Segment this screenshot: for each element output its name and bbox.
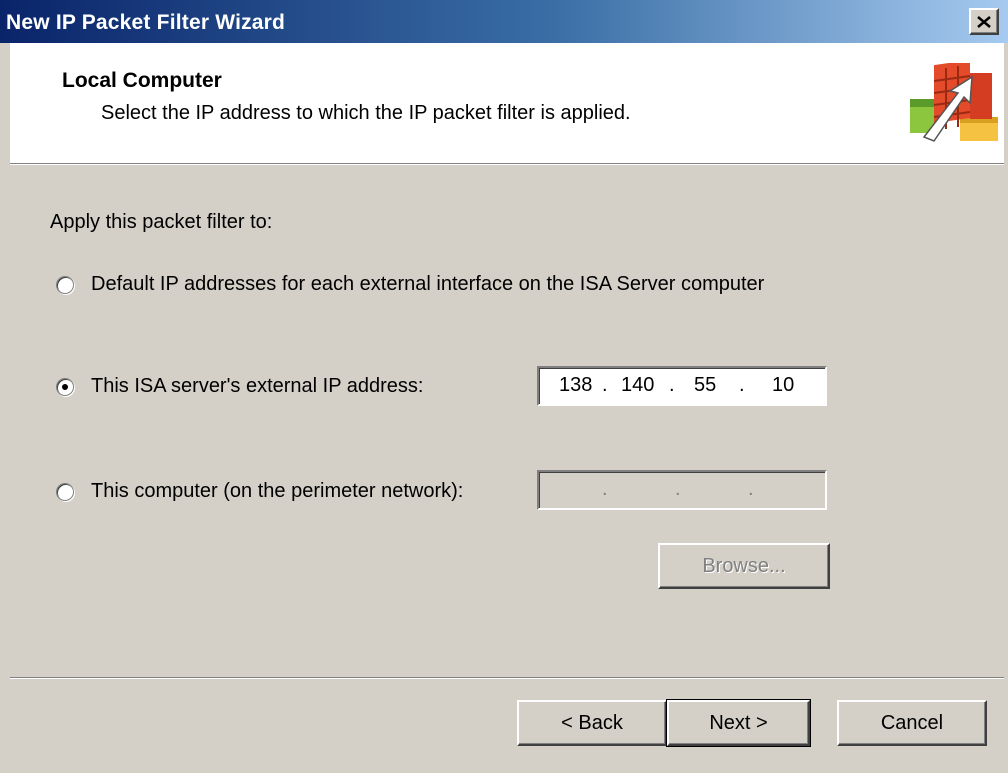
ip-dot: . (748, 478, 754, 500)
option-perimeter-label: This computer (on the perimeter network)… (91, 480, 464, 502)
header-divider (10, 163, 1004, 165)
wizard-header: Local Computer Select the IP address to … (10, 43, 1004, 163)
cancel-button[interactable]: Cancel (837, 700, 987, 746)
footer-divider (10, 677, 1004, 679)
back-button[interactable]: < Back (517, 700, 667, 746)
page-title: Local Computer (62, 69, 222, 92)
option-external-ip[interactable]: This ISA server's external IP address: (56, 375, 423, 398)
ip-dot: . (602, 374, 608, 396)
radio-perimeter[interactable] (56, 482, 74, 501)
ip-octet-3[interactable]: 55 (694, 374, 716, 397)
ip-dot: . (739, 374, 745, 396)
option-default-ip-label: Default IP addresses for each external i… (91, 273, 765, 295)
close-button[interactable] (969, 8, 999, 35)
option-external-ip-label: This ISA server's external IP address: (91, 375, 424, 397)
window-frame (0, 43, 10, 773)
next-button[interactable]: Next > (666, 699, 811, 747)
ip-octet-4[interactable]: 10 (772, 374, 794, 397)
ip-dot: . (602, 478, 608, 500)
radio-default-ip[interactable] (56, 275, 74, 294)
ip-octet-2[interactable]: 140 (621, 374, 654, 397)
window-title: New IP Packet Filter Wizard (6, 11, 286, 34)
browse-button: Browse... (658, 543, 830, 589)
option-default-ip[interactable]: Default IP addresses for each external i… (56, 273, 764, 296)
radio-external-ip[interactable] (56, 377, 74, 396)
title-bar: New IP Packet Filter Wizard (0, 0, 1008, 43)
external-ip-field[interactable]: 138 . 140 . 55 . 10 (537, 366, 827, 406)
close-icon (977, 15, 991, 28)
perimeter-ip-field: . . . (537, 470, 827, 510)
ip-dot: . (669, 374, 675, 396)
apply-label: Apply this packet filter to: (50, 211, 273, 233)
option-perimeter[interactable]: This computer (on the perimeter network)… (56, 480, 463, 503)
ip-octet-1[interactable]: 138 (559, 374, 592, 397)
firewall-arrow-icon (910, 63, 998, 142)
page-subtitle: Select the IP address to which the IP pa… (101, 102, 631, 124)
ip-dot: . (675, 478, 681, 500)
